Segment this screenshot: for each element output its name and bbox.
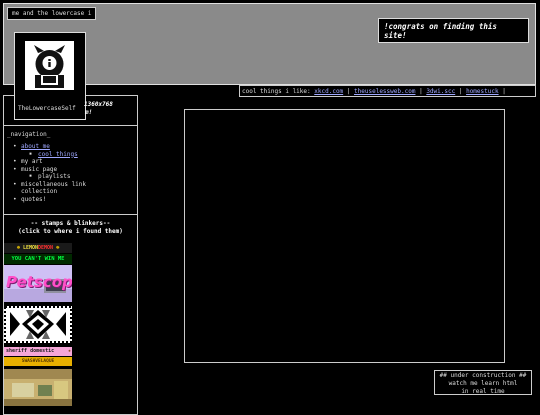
under-construction-line2: watch me learn html bbox=[448, 380, 518, 387]
link-homestuck[interactable]: homestuck bbox=[466, 88, 499, 95]
room-scene-icon bbox=[4, 369, 72, 406]
nav-link-cool-things[interactable]: cool things bbox=[38, 151, 78, 158]
profile-name: TheLowercaseSelf bbox=[18, 105, 76, 112]
badge-text-right: DEMON bbox=[38, 245, 54, 251]
nav-label-my-art: my art bbox=[21, 158, 43, 165]
nav-label-quotes: quotes! bbox=[21, 195, 47, 203]
sheriff-text: sheriff domestic bbox=[6, 348, 55, 354]
sidebar-divider bbox=[4, 125, 137, 126]
site-title: me and the lowercase i bbox=[7, 7, 97, 20]
navigation-title: _navigation_ bbox=[7, 131, 51, 138]
nav-item-misc-links[interactable]: miscellaneous linkcollection bbox=[11, 181, 86, 196]
resolution-note-line1: 1360x768 bbox=[84, 101, 113, 108]
profile-avatar-frame: TheLowercaseSelf bbox=[14, 32, 86, 120]
badge-star-icon: ☻ bbox=[53, 245, 60, 251]
avatar bbox=[25, 41, 74, 90]
link-separator: | bbox=[346, 88, 355, 95]
link-theuselessweb[interactable]: theuselessweb.com bbox=[354, 88, 415, 95]
link-separator-end: | bbox=[502, 88, 506, 95]
petscop-text: Petscop bbox=[6, 273, 72, 291]
link-3dwi[interactable]: 3dwi.scc bbox=[426, 88, 455, 95]
main-content-frame bbox=[184, 109, 505, 363]
navigation-list: about me cool things my art music page p… bbox=[11, 143, 86, 203]
under-construction-box: ## under construction ## watch me learn … bbox=[434, 370, 532, 395]
nav-label-playlists: playlists bbox=[38, 173, 71, 180]
resolution-note-line2: m! bbox=[85, 109, 93, 117]
nav-item-about-me[interactable]: about me bbox=[11, 143, 86, 151]
stamps-title-line1: -- stamps & blinkers-- bbox=[30, 220, 111, 227]
nav-label-misc-links: miscellaneous link bbox=[21, 180, 87, 188]
cool-things-label: cool things i like: bbox=[242, 88, 311, 95]
badge-text-left: LEMON bbox=[22, 245, 38, 251]
link-xkcd[interactable]: xkcd.com bbox=[314, 88, 343, 95]
sheriff-icon: ★ bbox=[67, 348, 71, 354]
nav-item-quotes[interactable]: quotes! bbox=[11, 196, 86, 204]
cool-things-bar: cool things i like: xkcd.com | theuseles… bbox=[239, 85, 536, 97]
nav-label-music-page: music page bbox=[21, 165, 58, 173]
nav-item-playlists[interactable]: playlists bbox=[11, 173, 86, 181]
nav-label-collection: collection bbox=[21, 188, 58, 195]
congrats-message: !congrats on finding this site! bbox=[378, 18, 529, 43]
room-scene-stamp[interactable] bbox=[4, 369, 72, 406]
nav-item-cool-things[interactable]: cool things bbox=[11, 151, 86, 159]
sidebar: _navigation_ about me cool things my art… bbox=[3, 95, 138, 415]
link-separator: | bbox=[458, 88, 467, 95]
stamps-title-line2: (click to where i found them) bbox=[18, 228, 123, 235]
stamps-title: -- stamps & blinkers-- (click to where i… bbox=[4, 220, 137, 236]
lowercase-i-person-icon bbox=[34, 45, 65, 88]
petscop-stamp[interactable]: Petscop bbox=[4, 265, 72, 302]
sidebar-divider bbox=[4, 214, 137, 215]
under-construction-line1: ## under construction ## bbox=[439, 372, 527, 379]
yellow-badge[interactable]: SWASHVELAQUE bbox=[4, 357, 72, 366]
nav-link-about-me[interactable]: about me bbox=[21, 143, 50, 150]
sheriff-domestic-badge[interactable]: sheriff domestic ★ bbox=[4, 347, 72, 356]
geometric-pattern-stamp[interactable] bbox=[4, 306, 72, 343]
nav-item-my-art[interactable]: my art bbox=[11, 158, 86, 166]
resolution-note: 1360x768 m! bbox=[84, 101, 113, 117]
pattern-icon bbox=[4, 306, 72, 343]
you-cant-win-me-badge[interactable]: YOU CAN'T WIN ME bbox=[4, 254, 72, 264]
lemon-demon-badge[interactable]: ☻ LEMONDEMON ☻ bbox=[4, 243, 72, 253]
nav-item-music-page[interactable]: music page bbox=[11, 166, 86, 174]
under-construction-line3: in real time bbox=[461, 388, 505, 395]
